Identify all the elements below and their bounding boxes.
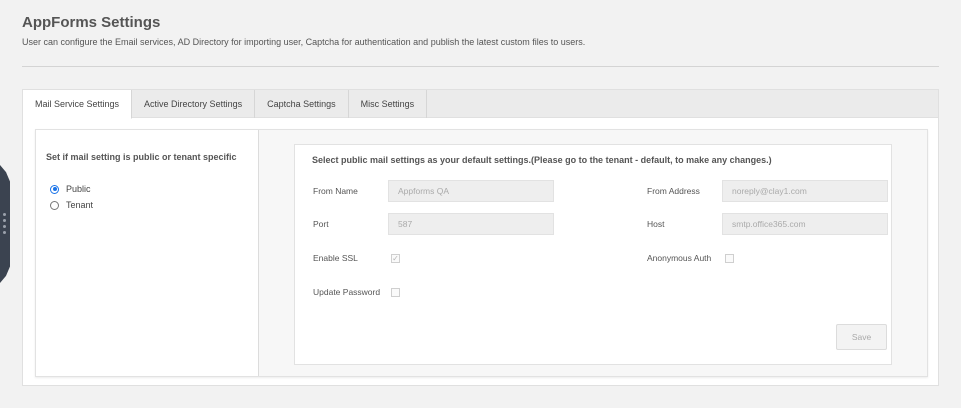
checkmark-icon: ✓ bbox=[392, 253, 399, 263]
radio-option-tenant[interactable]: Tenant bbox=[50, 200, 93, 210]
grip-icon bbox=[3, 213, 7, 234]
form-heading: Select public mail settings as your defa… bbox=[312, 155, 772, 165]
tab-bar: Mail Service Settings Active Directory S… bbox=[23, 90, 938, 119]
port-label: Port bbox=[313, 219, 329, 229]
update-password-label: Update Password bbox=[313, 287, 381, 297]
host-label: Host bbox=[647, 219, 665, 229]
save-button[interactable]: Save bbox=[836, 324, 887, 350]
public-radio[interactable] bbox=[50, 184, 59, 194]
settings-tabs-container: Mail Service Settings Active Directory S… bbox=[22, 89, 939, 386]
port-input[interactable]: 587 bbox=[388, 213, 554, 235]
from-address-input[interactable]: noreply@clay1.com bbox=[722, 180, 888, 202]
enable-ssl-label: Enable SSL bbox=[313, 253, 358, 263]
divider bbox=[22, 66, 939, 67]
page-description: User can configure the Email services, A… bbox=[22, 37, 586, 47]
public-radio-label: Public bbox=[66, 184, 91, 194]
radio-option-public[interactable]: Public bbox=[50, 184, 91, 194]
enable-ssl-checkbox[interactable]: ✓ bbox=[391, 254, 400, 263]
from-name-label: From Name bbox=[313, 186, 358, 196]
host-input[interactable]: smtp.office365.com bbox=[722, 213, 888, 235]
tenant-radio[interactable] bbox=[50, 200, 59, 210]
public-mail-settings-form: Select public mail settings as your defa… bbox=[294, 144, 892, 365]
tab-misc-settings[interactable]: Misc Settings bbox=[349, 90, 428, 118]
update-password-checkbox[interactable] bbox=[391, 288, 400, 297]
page-title: AppForms Settings bbox=[22, 14, 161, 31]
anonymous-auth-checkbox[interactable] bbox=[725, 254, 734, 263]
mail-settings-panel: Set if mail setting is public or tenant … bbox=[35, 129, 928, 377]
from-address-label: From Address bbox=[647, 186, 700, 196]
anonymous-auth-label: Anonymous Auth bbox=[647, 253, 712, 263]
side-drawer-handle[interactable] bbox=[0, 165, 10, 283]
mail-scope-pane: Set if mail setting is public or tenant … bbox=[36, 130, 259, 376]
tab-captcha-settings[interactable]: Captcha Settings bbox=[255, 90, 349, 118]
tab-active-directory-settings[interactable]: Active Directory Settings bbox=[132, 90, 256, 118]
mail-scope-heading: Set if mail setting is public or tenant … bbox=[46, 152, 237, 162]
tab-mail-service-settings[interactable]: Mail Service Settings bbox=[23, 90, 133, 119]
tenant-radio-label: Tenant bbox=[66, 200, 94, 210]
from-name-input[interactable]: Appforms QA bbox=[388, 180, 554, 202]
